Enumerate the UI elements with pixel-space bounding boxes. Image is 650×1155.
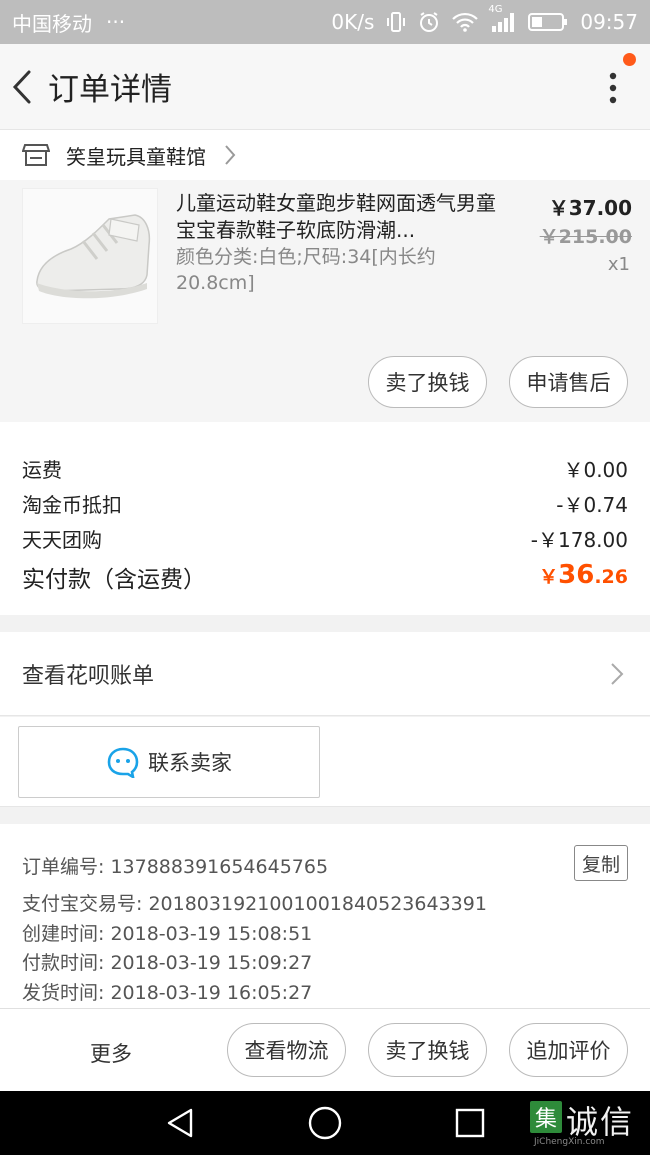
wifi-icon [452, 12, 479, 32]
alipay-number-row: 支付宝交易号: 2018031921001001840523643391 [22, 889, 487, 916]
nav-bar: 订单详情 [0, 44, 650, 130]
paid-time-label: 付款时间: [22, 952, 105, 974]
product-quantity: x1 [607, 254, 630, 275]
back-button[interactable] [0, 44, 44, 130]
watermark-logo: 集 [530, 1101, 562, 1133]
nav-back-triangle-icon[interactable] [160, 1105, 200, 1141]
alarm-icon [418, 11, 440, 33]
contact-section: 联系卖家 [0, 717, 650, 807]
view-logistics-button[interactable]: 查看物流 [227, 1023, 346, 1077]
shipped-time-row: 发货时间: 2018-03-19 16:05:27 [22, 978, 312, 1005]
vibrate-icon [386, 11, 406, 33]
shop-row[interactable]: 笑皇玩具童鞋馆 [0, 130, 650, 180]
fee-label: 天天团购 [22, 528, 102, 552]
carrier-label: 中国移动 [12, 11, 92, 36]
store-icon [22, 144, 50, 166]
sell-for-cash-button-bottom[interactable]: 卖了换钱 [368, 1023, 487, 1077]
order-number: 137888391654645765 [110, 856, 329, 878]
fee-summary: 运费 ￥0.00 淘金币抵扣 -￥0.74 天天团购 -￥178.00 实付款（… [0, 422, 650, 615]
alipay-number: 2018031921001001840523643391 [148, 893, 487, 915]
total-currency: ￥ [539, 566, 559, 588]
total-paid-amount: ￥36.26 [539, 560, 628, 594]
order-info: 订单编号: 137888391654645765 复制 支付宝交易号: 2018… [0, 824, 650, 1008]
alipay-number-label: 支付宝交易号: [22, 893, 143, 915]
order-number-label: 订单编号: [22, 856, 105, 878]
product-original-price: ￥215.00 [539, 226, 632, 248]
total-integer: 36 [558, 560, 595, 590]
sell-for-cash-button[interactable]: 卖了换钱 [368, 356, 487, 408]
shipped-time: 2018-03-19 16:05:27 [110, 982, 313, 1004]
paid-time-row: 付款时间: 2018-03-19 15:09:27 [22, 948, 312, 975]
copy-order-number-button[interactable]: 复制 [574, 845, 628, 881]
contact-seller-button[interactable]: 联系卖家 [18, 726, 320, 798]
product-price: ￥37.00 [548, 196, 632, 220]
network-type: 4G [488, 4, 503, 15]
network-speed: 0K/s [331, 10, 375, 34]
clock: 09:57 [580, 10, 638, 34]
fee-value: ￥0.00 [563, 458, 628, 482]
system-nav-bar: 集 诚信 JiChengXin.com [0, 1091, 650, 1155]
chevron-right-icon [610, 662, 624, 692]
watermark: 集 诚信 JiChengXin.com [526, 1097, 646, 1151]
fee-value: -￥0.74 [556, 493, 628, 517]
product-image[interactable] [22, 188, 158, 324]
add-review-button[interactable]: 追加评价 [509, 1023, 628, 1077]
product-spec: 颜色分类:白色;尺码:34[内长约20.8cm] [176, 246, 436, 294]
fee-row-group-buy: 天天团购 -￥178.00 [22, 524, 628, 553]
product-card[interactable]: 儿童运动鞋女童跑步鞋网面透气男童宝宝春款鞋子软底防滑潮... 颜色分类:白色;尺… [0, 180, 650, 422]
contact-seller-label: 联系卖家 [148, 751, 232, 775]
fee-row-coin-deduction: 淘金币抵扣 -￥0.74 [22, 489, 628, 518]
page-title: 订单详情 [48, 72, 172, 108]
more-menu-button[interactable] [598, 68, 628, 108]
shipped-time-label: 发货时间: [22, 982, 105, 1004]
signal-4g-icon: 4G [488, 4, 516, 32]
fee-label: 淘金币抵扣 [22, 493, 122, 517]
notification-dot [623, 53, 636, 66]
chevron-right-icon [224, 144, 236, 166]
watermark-url: JiChengXin.com [534, 1137, 605, 1147]
paid-time: 2018-03-19 15:09:27 [110, 952, 313, 974]
product-title: 儿童运动鞋女童跑步鞋网面透气男童宝宝春款鞋子软底防滑潮... [176, 191, 496, 242]
shop-name: 笑皇玩具童鞋馆 [66, 144, 206, 169]
after-sale-button[interactable]: 申请售后 [509, 356, 628, 408]
fee-row-shipping: 运费 ￥0.00 [22, 454, 628, 483]
total-decimal: .26 [594, 566, 628, 588]
more-button[interactable]: 更多 [90, 1038, 132, 1068]
chat-bubble-icon [107, 747, 139, 778]
created-time: 2018-03-19 15:08:51 [110, 923, 313, 945]
fee-value: -￥178.00 [530, 528, 628, 552]
total-paid-row: 实付款（含运费） ￥36.26 [22, 560, 628, 594]
fee-label: 运费 [22, 458, 62, 482]
bottom-action-bar: 更多 查看物流 卖了换钱 追加评价 [0, 1008, 650, 1091]
order-number-row: 订单编号: 137888391654645765 [22, 852, 328, 879]
total-paid-label: 实付款（含运费） [22, 567, 206, 593]
status-dots: ··· [106, 10, 126, 34]
huabei-bill-row[interactable]: 查看花呗账单 [0, 632, 650, 716]
nav-home-circle-icon[interactable] [305, 1105, 345, 1141]
vertical-dots-icon [609, 72, 617, 104]
chevron-left-icon [12, 70, 31, 103]
battery-icon [528, 12, 568, 32]
huabei-bill-label: 查看花呗账单 [22, 663, 155, 689]
status-bar: 中国移动 ··· 0K/s 4G 09:57 [0, 0, 650, 44]
created-time-label: 创建时间: [22, 923, 105, 945]
nav-recents-square-icon[interactable] [450, 1105, 490, 1141]
created-time-row: 创建时间: 2018-03-19 15:08:51 [22, 919, 312, 946]
